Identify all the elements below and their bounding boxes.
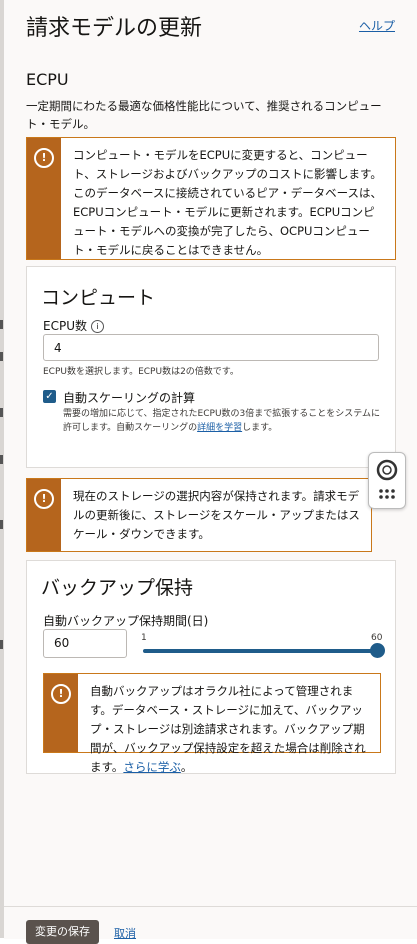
panel-footer: 変更の保存 取消	[4, 906, 417, 944]
backup-period-input[interactable]: 60	[43, 629, 127, 658]
warning-icon: !	[34, 148, 54, 168]
warning-icon: !	[51, 684, 71, 704]
learn-more-link[interactable]: さらに学ぶ	[123, 760, 181, 774]
warning-icon: !	[34, 489, 54, 509]
slider-min-label: 1	[141, 633, 147, 643]
storage-warning-text: 現在のストレージの選択内容が保持されます。請求モデルの更新後に、ストレージをスケ…	[73, 489, 360, 541]
autoscale-hint-end: します。	[242, 423, 278, 433]
page-title: 請求モデルの更新	[26, 16, 203, 41]
learn-more-link[interactable]: 詳細を学習	[197, 423, 242, 433]
backup-retention-card: バックアップ保持 自動バックアップ保持期間(日) 60 1 60 ! 自動バック…	[26, 560, 396, 774]
autoscale-checkbox[interactable]: ✓	[43, 390, 56, 403]
model-change-warning: ! コンピュート・モデルをECPUに変更すると、コンピュート、ストレージおよびバ…	[26, 137, 396, 260]
compute-card-title: コンピュート	[41, 287, 156, 309]
compute-card: コンピュート ECPU数 i 4 ECPU数を選択します。ECPU数は2の倍数です…	[26, 266, 396, 468]
backup-period-slider[interactable]	[143, 649, 377, 653]
info-icon[interactable]: i	[90, 320, 104, 333]
model-change-warning-text: コンピュート・モデルをECPUに変更すると、コンピュート、ストレージおよびバック…	[73, 148, 383, 257]
ecpu-count-label-text: ECPU数	[43, 319, 87, 333]
slider-thumb[interactable]	[370, 643, 385, 658]
ecpu-count-hint: ECPU数を選択します。ECPU数は2の倍数です。	[43, 367, 239, 377]
check-icon: ✓	[45, 391, 54, 402]
save-changes-button[interactable]: 変更の保存	[26, 920, 99, 944]
panel-header: 請求モデルの更新 ヘルプ	[4, 0, 417, 50]
ecpu-heading: ECPU	[26, 70, 69, 89]
backup-period-label: 自動バックアップ保持期間(日)	[43, 614, 209, 628]
cancel-button[interactable]: 取消	[114, 925, 136, 941]
backup-note-text: 自動バックアップはオラクル社によって管理されます。データベース・ストレージに加え…	[78, 674, 380, 774]
grid-dots-icon	[379, 489, 395, 499]
lifebuoy-icon	[376, 459, 398, 499]
backup-note: ! 自動バックアップはオラクル社によって管理されます。データベース・ストレージに…	[43, 673, 381, 774]
floating-help-widget[interactable]	[368, 452, 406, 509]
help-link[interactable]: ヘルプ	[359, 17, 395, 34]
autoscale-label: 自動スケーリングの計算	[63, 391, 196, 405]
update-billing-model-panel: 請求モデルの更新 ヘルプ ECPU 一定期間にわたる最適な価格性能比について、推…	[4, 0, 417, 944]
ecpu-count-input[interactable]: 4	[43, 334, 379, 361]
backup-card-title: バックアップ保持	[41, 577, 194, 599]
storage-warning: ! 現在のストレージの選択内容が保持されます。請求モデルの更新後に、ストレージを…	[26, 478, 372, 552]
backup-note-end: 。	[180, 760, 193, 774]
ecpu-description: 一定期間にわたる最適な価格性能比について、推奨されるコンピュート・モデル。	[26, 99, 382, 131]
ecpu-count-label: ECPU数 i	[43, 317, 104, 334]
autoscale-hint: 需要の増加に応じて、指定されたECPU数の3倍まで拡張することをシステムに許可し…	[63, 407, 383, 435]
